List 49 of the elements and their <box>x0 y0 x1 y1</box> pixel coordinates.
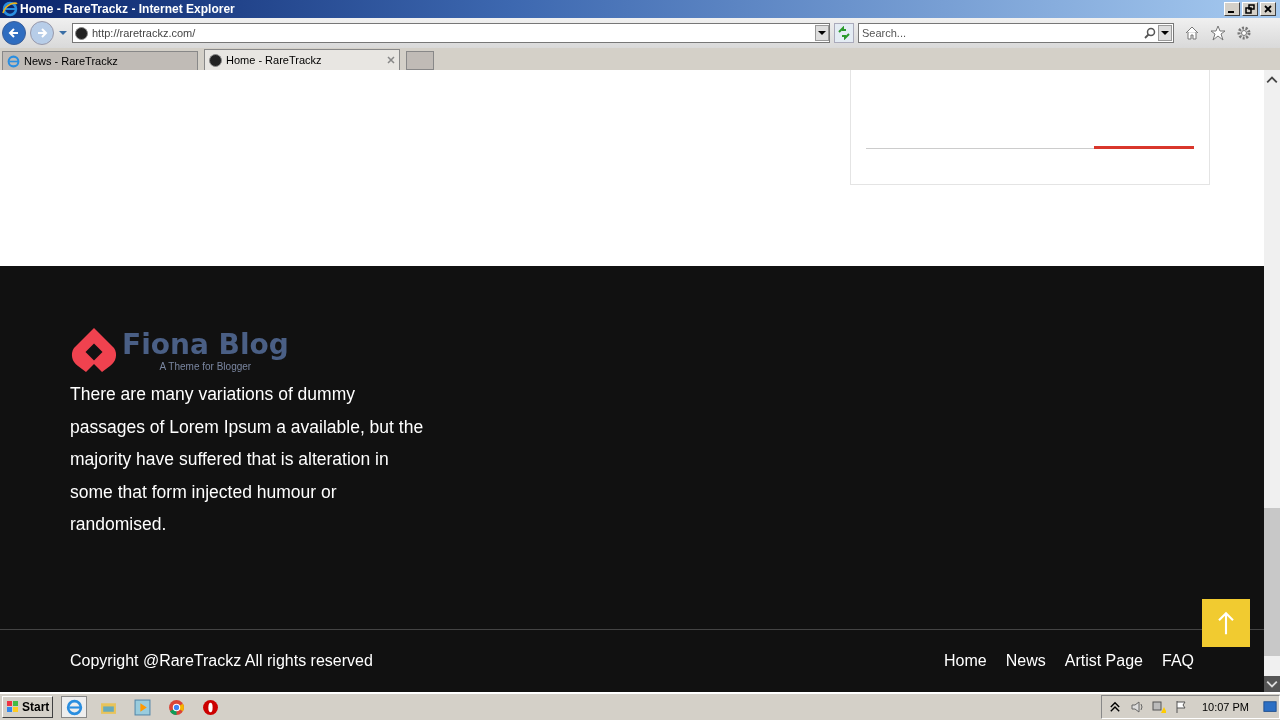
site-icon <box>209 53 222 67</box>
refresh-button[interactable] <box>834 23 854 43</box>
start-button[interactable]: Start <box>2 696 54 718</box>
browser-tab[interactable]: Home - RareTrackz <box>204 49 400 70</box>
search-icon[interactable] <box>1144 27 1156 39</box>
footer-link[interactable]: Home <box>944 652 987 670</box>
clock: 10:07 PM <box>1201 701 1249 713</box>
scrollbar[interactable] <box>1264 70 1280 692</box>
forward-button[interactable] <box>30 21 54 45</box>
copyright-text: Copyright @RareTrackz All rights reserved <box>70 652 373 670</box>
footer-link[interactable]: FAQ <box>1162 652 1194 670</box>
refresh-icon <box>837 26 851 40</box>
address-dropdown-icon[interactable] <box>815 25 829 41</box>
speaker-icon[interactable] <box>1129 700 1144 714</box>
footer-link[interactable]: News <box>1005 652 1046 670</box>
dropdown-icon[interactable] <box>58 30 68 36</box>
window-title: Home - RareTrackz - Internet Explorer <box>20 2 236 16</box>
logo-icon <box>70 326 118 374</box>
close-tab-icon[interactable] <box>387 56 395 64</box>
taskbar-ie-icon[interactable] <box>61 696 88 718</box>
scroll-up-icon[interactable] <box>1266 76 1278 84</box>
star-icon[interactable] <box>1210 25 1226 41</box>
address-field[interactable]: http://raretrackz.com/ <box>72 23 830 43</box>
search-dropdown-icon[interactable] <box>1158 25 1172 41</box>
browser-tab[interactable]: News - RareTrackz <box>2 51 198 70</box>
site-icon <box>75 26 88 40</box>
settings-icon[interactable] <box>1236 25 1252 41</box>
back-button[interactable] <box>2 21 26 45</box>
footer-link[interactable]: Artist Page <box>1064 652 1143 670</box>
windows-logo-icon <box>6 700 20 714</box>
network-icon[interactable] <box>1151 700 1166 714</box>
close-button[interactable] <box>1260 2 1276 16</box>
flag-icon[interactable] <box>1173 700 1188 714</box>
ie-logo-icon <box>2 1 18 17</box>
logo-tagline: A Theme for Blogger <box>159 360 252 372</box>
minimize-button[interactable] <box>1224 2 1240 16</box>
search-field[interactable]: Search... <box>858 23 1174 43</box>
about-text: There are many variations of dummy passages of Lorem Ipsum a available, but the majority have suffered that is alteration in some that form injected humour or randomised. <box>70 383 425 536</box>
ie-logo-icon <box>7 54 20 68</box>
close-icon <box>1262 4 1274 14</box>
minimize-icon <box>1228 11 1234 14</box>
logo-name: Fiona Blog <box>122 328 289 361</box>
scroll-down-icon[interactable] <box>1264 676 1280 692</box>
chevron-icon[interactable] <box>1107 700 1122 714</box>
scrollbar-thumb[interactable] <box>1264 508 1280 656</box>
restore-icon <box>1244 4 1256 14</box>
show-desktop-icon[interactable] <box>1263 700 1277 714</box>
home-icon[interactable] <box>1184 25 1200 41</box>
restore-button[interactable] <box>1242 2 1258 16</box>
